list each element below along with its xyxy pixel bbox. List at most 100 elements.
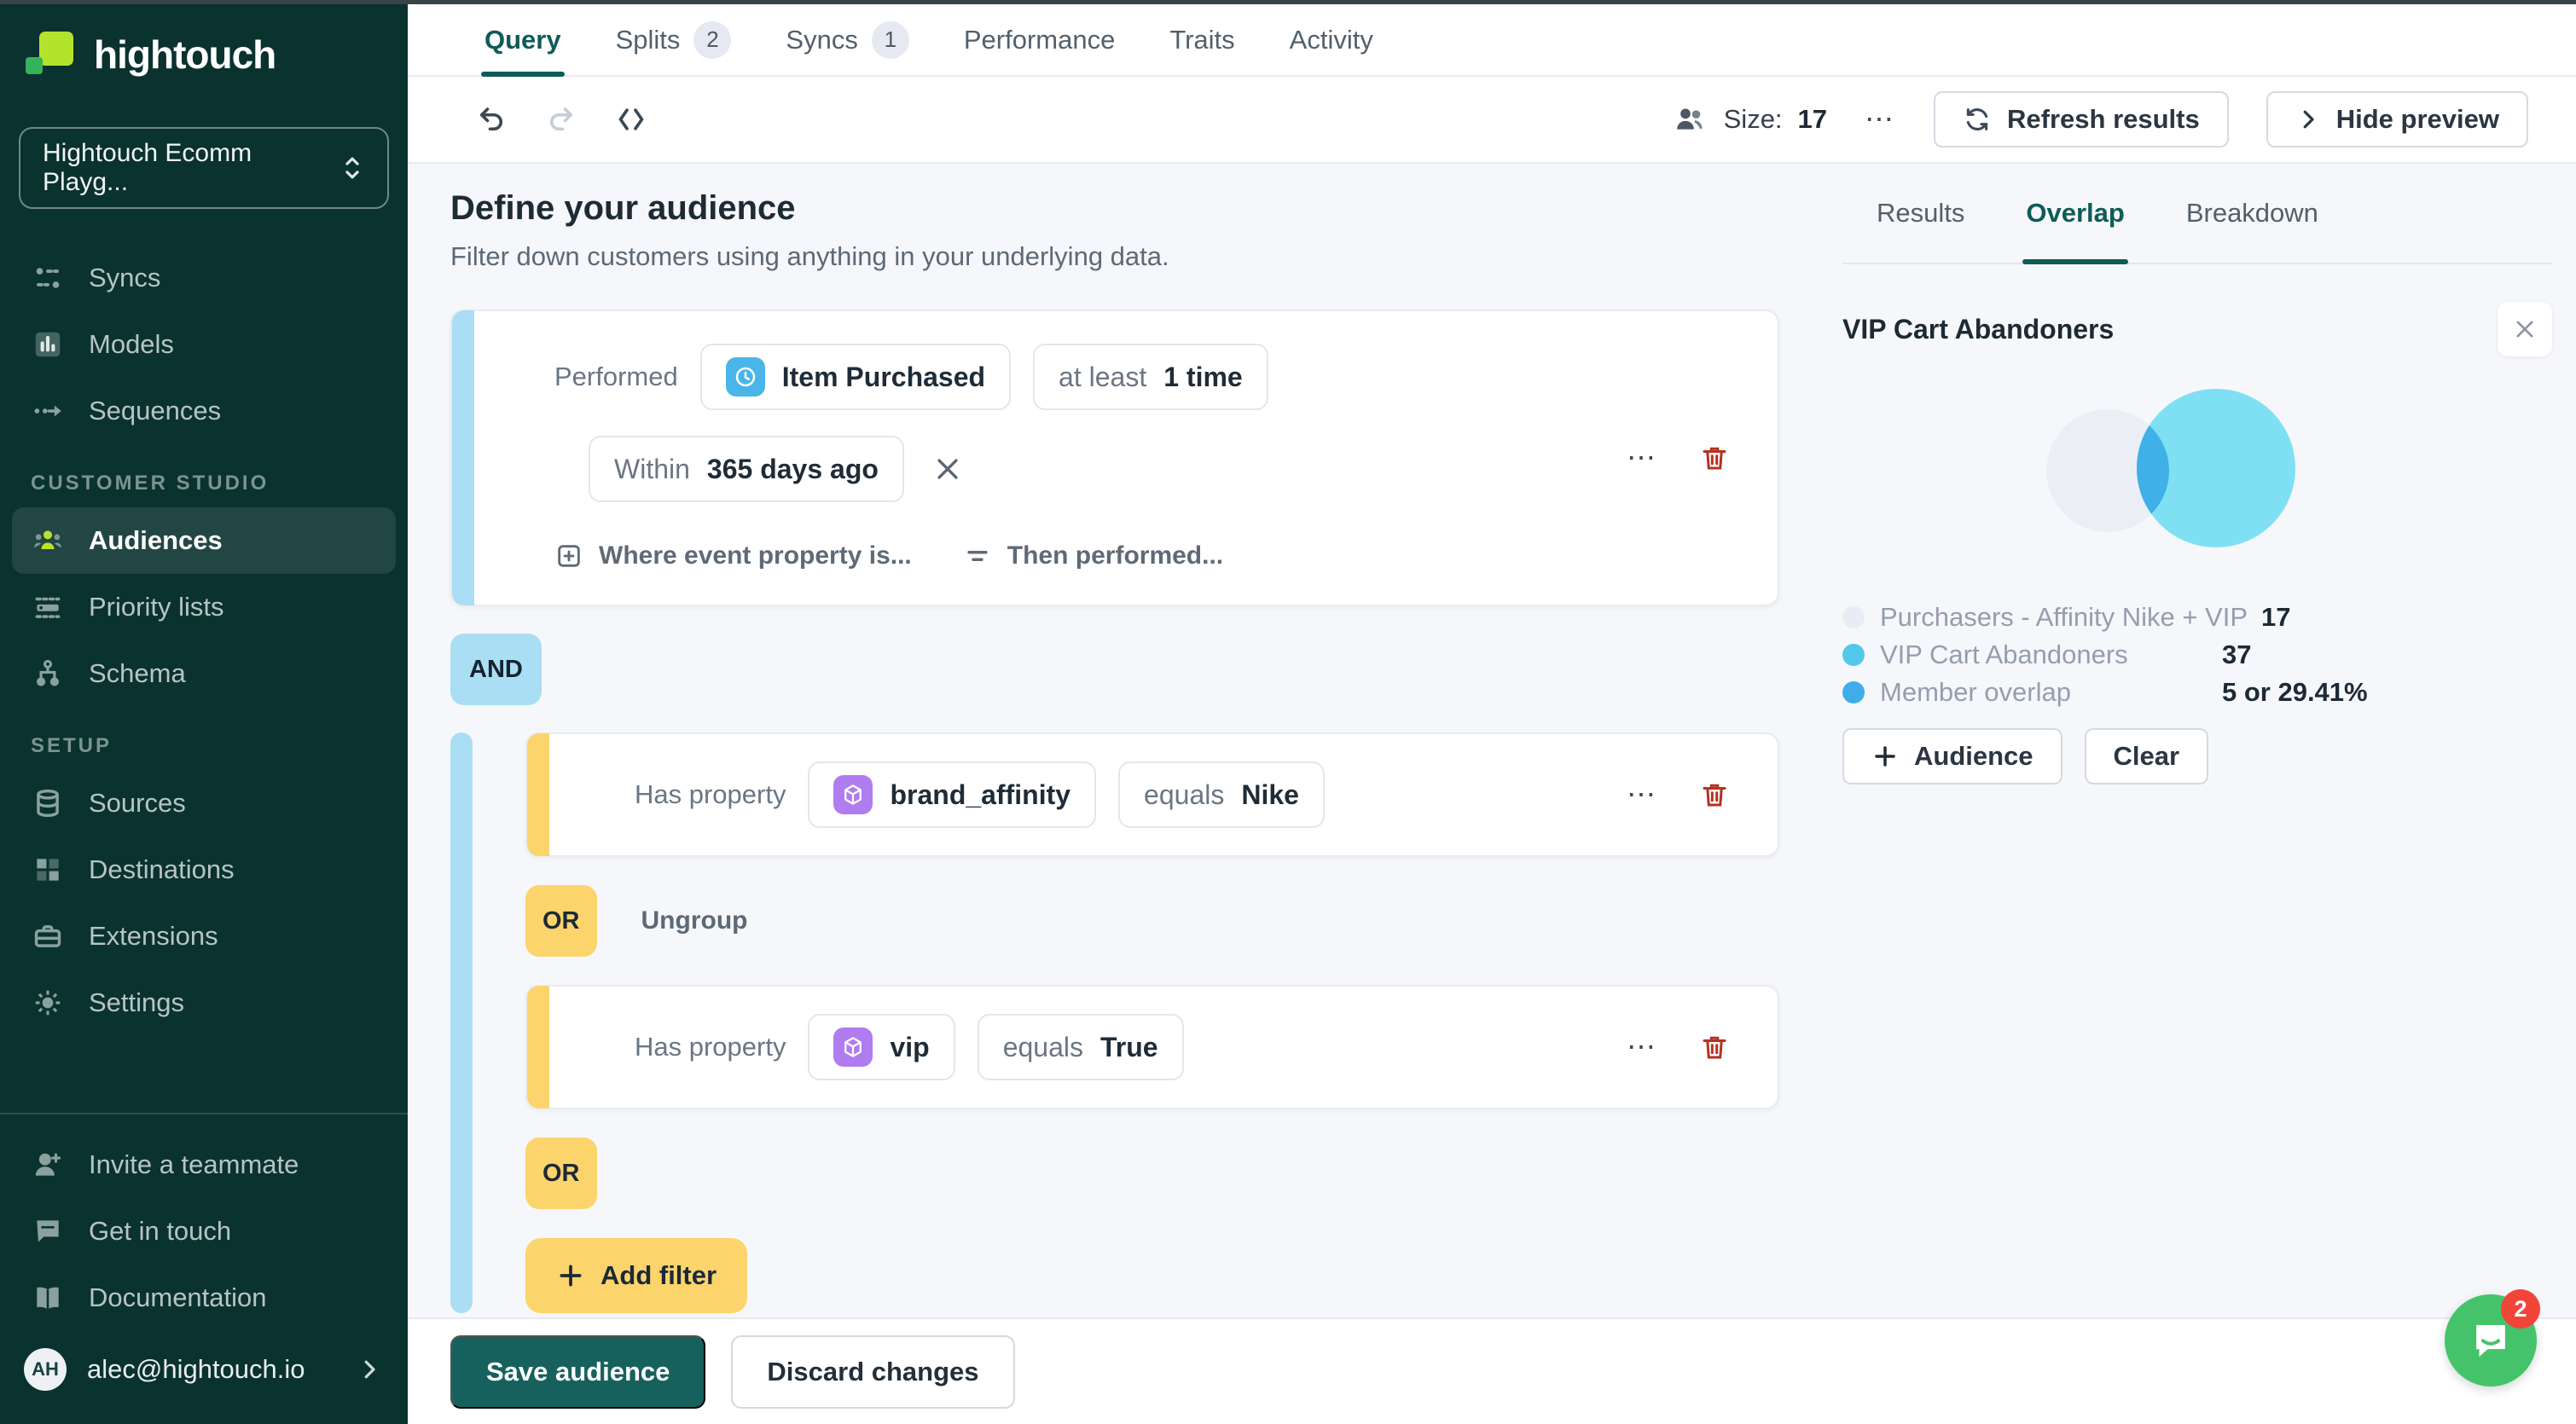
people-icon <box>1671 101 1709 138</box>
tab-overlap[interactable]: Overlap <box>2022 164 2128 264</box>
or-operator-badge[interactable]: OR <box>525 1137 597 1209</box>
models-icon <box>31 327 65 362</box>
legend-swatch <box>1842 606 1865 628</box>
sidebar-item-audiences[interactable]: Audiences <box>12 507 396 574</box>
property-filter-card-vip: Has property vip equals True ⋯ <box>525 985 1779 1109</box>
tab-performance[interactable]: Performance <box>964 4 1115 75</box>
delete-property-filter-icon[interactable] <box>1699 1032 1730 1062</box>
or-operator-badge[interactable]: OR <box>525 885 597 957</box>
save-audience-button[interactable]: Save audience <box>450 1334 706 1409</box>
size-label: Size: <box>1723 104 1783 134</box>
plus-square-icon <box>554 541 583 570</box>
chat-bubble-icon <box>2468 1317 2514 1363</box>
query-builder: Define your audience Filter down custome… <box>408 164 1808 1317</box>
cube-icon <box>833 775 873 814</box>
cube-icon <box>833 1027 873 1067</box>
preview-tabs: Results Overlap Breakdown <box>1842 164 2552 264</box>
has-property-label: Has property <box>635 779 786 809</box>
tab-query[interactable]: Query <box>481 4 565 77</box>
delete-property-filter-icon[interactable] <box>1699 779 1730 810</box>
remove-window-icon[interactable] <box>933 454 962 483</box>
sequences-icon <box>31 394 65 428</box>
and-operator-badge[interactable]: AND <box>450 634 542 705</box>
splits-count-badge: 2 <box>693 20 732 59</box>
hide-preview-button[interactable]: Hide preview <box>2266 91 2528 148</box>
notification-badge: 2 <box>2501 1289 2540 1328</box>
sidebar-item-priority-lists[interactable]: Priority lists <box>0 574 408 640</box>
then-performed-button[interactable]: Then performed... <box>963 541 1223 570</box>
sidebar-item-sequences[interactable]: Sequences <box>0 378 408 444</box>
sidebar-item-documentation[interactable]: Documentation <box>0 1265 408 1331</box>
content-area: Define your audience Filter down custome… <box>408 164 2576 1317</box>
sidebar: hightouch Hightouch Ecomm Playg... Syncs… <box>0 4 408 1424</box>
gear-icon <box>31 986 65 1020</box>
workspace-name: Hightouch Ecomm Playg... <box>43 139 252 196</box>
operator-chip[interactable]: equals Nike <box>1118 761 1325 828</box>
toolbar-right: Size: 17 ⋯ Refresh results Hide preview <box>1671 91 2528 148</box>
has-property-label: Has property <box>635 1032 786 1062</box>
delete-event-filter-icon[interactable] <box>1699 443 1730 473</box>
workspace-selector[interactable]: Hightouch Ecomm Playg... <box>19 127 389 209</box>
discard-changes-button[interactable]: Discard changes <box>731 1334 1015 1409</box>
property-filter-card-brand-affinity: Has property brand_affinity equals Nike … <box>525 732 1779 857</box>
operator-chip[interactable]: equals True <box>977 1014 1184 1080</box>
property-chip[interactable]: vip <box>808 1014 955 1080</box>
property-chip[interactable]: brand_affinity <box>808 761 1097 828</box>
action-footer: Save audience Discard changes <box>408 1317 2576 1424</box>
sidebar-item-syncs[interactable]: Syncs <box>0 245 408 311</box>
or-row-1: OR Ungroup <box>525 885 1779 957</box>
frequency-chip[interactable]: at least 1 time <box>1033 344 1268 410</box>
or-row-2: OR <box>525 1137 1779 1209</box>
toolbar-more-menu[interactable]: ⋯ <box>1865 102 1896 136</box>
plus-icon <box>1871 743 1899 770</box>
or-group-strip <box>450 732 473 1313</box>
account-menu[interactable]: AH alec@hightouch.io <box>0 1331 408 1408</box>
event-card-more-menu[interactable]: ⋯ <box>1627 441 1658 475</box>
compared-audience-title: VIP Cart Abandoners <box>1842 313 2115 344</box>
tab-activity[interactable]: Activity <box>1290 4 1373 75</box>
performed-label: Performed <box>554 362 678 391</box>
chat-launcher-button[interactable]: 2 <box>2445 1289 2540 1386</box>
schema-icon <box>31 657 65 691</box>
query-toolbar: Size: 17 ⋯ Refresh results Hide preview <box>408 77 2576 164</box>
sidebar-item-invite[interactable]: Invite a teammate <box>0 1132 408 1198</box>
property-card-more-menu[interactable]: ⋯ <box>1627 1030 1658 1064</box>
audiences-icon <box>31 524 65 558</box>
section-customer-studio: CUSTOMER STUDIO <box>31 472 270 495</box>
tab-results[interactable]: Results <box>1877 164 1964 263</box>
sidebar-item-destinations[interactable]: Destinations <box>0 836 408 903</box>
tab-breakdown[interactable]: Breakdown <box>2186 164 2318 263</box>
tab-splits[interactable]: Splits 2 <box>616 4 732 75</box>
funnel-lines-icon <box>963 541 992 570</box>
person-plus-icon <box>31 1148 65 1182</box>
clear-button[interactable]: Clear <box>2084 728 2209 784</box>
sidebar-item-models[interactable]: Models <box>0 311 408 378</box>
ungroup-button[interactable]: Ungroup <box>641 906 748 935</box>
page-title: Define your audience <box>450 189 796 227</box>
code-view-icon[interactable] <box>612 101 650 138</box>
time-window-chip[interactable]: Within 365 days ago <box>589 436 904 502</box>
add-filter-button[interactable]: Add filter <box>525 1238 748 1313</box>
redo-icon[interactable] <box>542 101 580 138</box>
preview-panel: Results Overlap Breakdown VIP Cart Aband… <box>1808 164 2576 1317</box>
brand: hightouch <box>0 4 408 79</box>
sidebar-item-settings[interactable]: Settings <box>0 970 408 1036</box>
undo-icon[interactable] <box>473 101 510 138</box>
add-audience-button[interactable]: Audience <box>1842 728 2063 784</box>
brand-name: hightouch <box>94 32 276 77</box>
add-event-property-button[interactable]: Where event property is... <box>554 541 912 570</box>
tab-syncs[interactable]: Syncs 1 <box>786 4 909 75</box>
close-icon[interactable] <box>2498 302 2552 356</box>
sidebar-item-get-in-touch[interactable]: Get in touch <box>0 1198 408 1265</box>
sidebar-item-extensions[interactable]: Extensions <box>0 903 408 970</box>
clock-icon <box>725 357 765 397</box>
refresh-results-button[interactable]: Refresh results <box>1934 91 2229 148</box>
chevron-right-icon <box>2295 107 2321 132</box>
tab-traits[interactable]: Traits <box>1169 4 1234 75</box>
legend-row-member-overlap: Member overlap 5 or 29.41% <box>1842 674 2552 711</box>
event-chip[interactable]: Item Purchased <box>699 344 1012 410</box>
sidebar-item-sources[interactable]: Sources <box>0 770 408 836</box>
sidebar-item-schema[interactable]: Schema <box>0 640 408 707</box>
section-setup: SETUP <box>31 734 113 757</box>
property-card-more-menu[interactable]: ⋯ <box>1627 778 1658 812</box>
